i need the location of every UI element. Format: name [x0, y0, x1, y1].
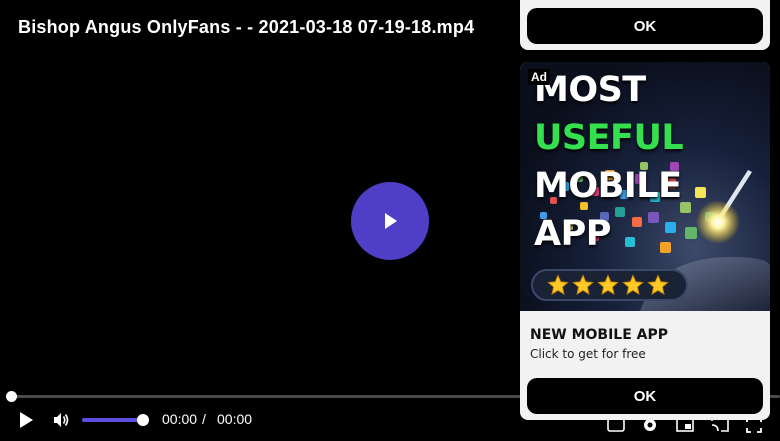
- star-icon: [597, 274, 619, 295]
- video-title: Bishop Angus OnlyFans - - 2021-03-18 07-…: [18, 17, 475, 37]
- volume-slider[interactable]: [82, 418, 144, 422]
- star-icon: [572, 274, 594, 295]
- ad-subtitle: Click to get for free: [530, 347, 646, 361]
- ad-badge: Ad: [528, 69, 550, 85]
- volume-fill: [82, 418, 144, 422]
- play-button[interactable]: [14, 408, 38, 432]
- top-ad-card: OK: [520, 0, 770, 50]
- progress-handle[interactable]: [6, 391, 17, 402]
- ad-headline-accent: USEFUL: [534, 118, 684, 158]
- current-time: 00:00: [162, 411, 198, 427]
- play-icon: [385, 213, 397, 229]
- ad-headline: MOST USEFUL MOBILE APP: [534, 66, 770, 258]
- top-ad-ok-button[interactable]: OK: [527, 8, 763, 44]
- volume-icon: [54, 413, 69, 427]
- ad-title: NEW MOBILE APP: [530, 327, 669, 343]
- volume-handle[interactable]: [137, 414, 149, 426]
- ad-headline-part: MOST: [534, 70, 646, 110]
- ad-headline-line2: MOBILE APP: [534, 166, 682, 254]
- play-icon: [20, 412, 33, 428]
- ad-image[interactable]: Ad MOST USEFUL MOBILE APP: [520, 62, 770, 311]
- ad-ok-button[interactable]: OK: [527, 378, 763, 414]
- time-separator: /: [202, 411, 206, 427]
- mute-button[interactable]: [50, 409, 72, 431]
- star-icon: [647, 274, 669, 295]
- star-icon: [622, 274, 644, 295]
- big-play-button[interactable]: [351, 182, 429, 260]
- duration: 00:00: [217, 411, 253, 427]
- ad-card[interactable]: Ad MOST USEFUL MOBILE APP NEW MOBILE APP…: [520, 62, 770, 420]
- star-icon: [547, 274, 569, 295]
- rating-stars: [547, 274, 669, 296]
